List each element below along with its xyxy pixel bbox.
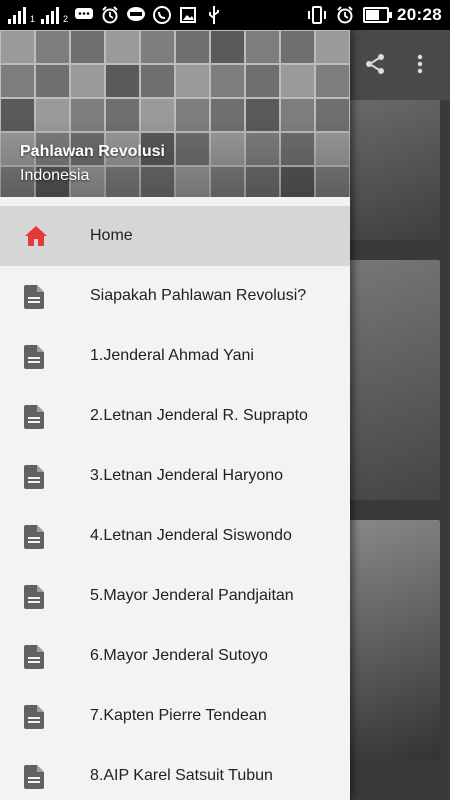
more-vert-icon[interactable] — [405, 52, 435, 82]
menu-item-label: 8.AIP Karel Satsuit Tubun — [90, 767, 273, 784]
menu-item-sutoyo[interactable]: 6.Mayor Jenderal Sutoyo — [0, 626, 350, 686]
menu-item-ahmad-yani[interactable]: 1.Jenderal Ahmad Yani — [0, 326, 350, 386]
document-icon — [24, 765, 46, 789]
drawer-menu: Home Siapakah Pahlawan Revolusi? 1.Jende… — [0, 206, 350, 800]
drawer-header: Pahlawan Revolusi Indonesia — [0, 30, 350, 197]
usb-icon — [204, 6, 224, 24]
document-icon — [24, 285, 46, 309]
sim1-label: 1 — [30, 14, 36, 24]
signal-icon: 1 — [8, 6, 35, 24]
document-icon — [24, 705, 46, 729]
navigation-drawer: Pahlawan Revolusi Indonesia Home Siapaka… — [0, 30, 350, 800]
signal-icon: 2 — [41, 6, 68, 24]
share-icon[interactable] — [360, 52, 390, 82]
menu-item-label: 5.Mayor Jenderal Pandjaitan — [90, 587, 294, 604]
alarm-icon — [100, 6, 120, 24]
drawer-title: Pahlawan Revolusi — [20, 143, 165, 160]
menu-item-label: Home — [90, 227, 133, 244]
menu-item-tubun[interactable]: 8.AIP Karel Satsuit Tubun — [0, 746, 350, 800]
home-icon — [24, 225, 47, 249]
content-card[interactable] — [350, 100, 440, 240]
menu-item-label: 6.Mayor Jenderal Sutoyo — [90, 647, 268, 664]
chat-icon — [74, 6, 94, 24]
document-icon — [24, 465, 46, 489]
menu-item-label: 2.Letnan Jenderal R. Suprapto — [90, 407, 308, 424]
menu-item-suprapto[interactable]: 2.Letnan Jenderal R. Suprapto — [0, 386, 350, 446]
document-icon — [24, 405, 46, 429]
battery-charging-icon — [363, 7, 393, 23]
menu-item-pandjaitan[interactable]: 5.Mayor Jenderal Pandjaitan — [0, 566, 350, 626]
menu-item-label: 1.Jenderal Ahmad Yani — [90, 347, 254, 364]
content-card[interactable] — [350, 520, 440, 760]
status-time: 20:28 — [397, 5, 442, 24]
whatsapp-icon — [152, 6, 172, 24]
menu-item-tendean[interactable]: 7.Kapten Pierre Tendean — [0, 686, 350, 746]
image-icon — [178, 6, 198, 24]
drawer-subtitle: Indonesia — [20, 167, 90, 184]
document-icon — [24, 345, 46, 369]
line-icon — [126, 6, 146, 24]
document-icon — [24, 645, 46, 669]
menu-item-haryono[interactable]: 3.Letnan Jenderal Haryono — [0, 446, 350, 506]
menu-item-label: 3.Letnan Jenderal Haryono — [90, 467, 284, 484]
document-icon — [24, 585, 46, 609]
content-card[interactable] — [350, 260, 440, 500]
menu-item-home[interactable]: Home — [0, 206, 350, 266]
menu-item-label: 7.Kapten Pierre Tendean — [90, 707, 267, 724]
document-icon — [24, 525, 46, 549]
sim2-label: 2 — [63, 14, 69, 24]
menu-item-siapakah[interactable]: Siapakah Pahlawan Revolusi? — [0, 266, 350, 326]
vibrate-icon — [307, 6, 327, 24]
menu-item-siswondo[interactable]: 4.Letnan Jenderal Siswondo — [0, 506, 350, 566]
menu-item-label: 4.Letnan Jenderal Siswondo — [90, 527, 292, 544]
menu-item-label: Siapakah Pahlawan Revolusi? — [90, 287, 307, 304]
status-bar: 1 2 20:28 — [0, 0, 450, 30]
alarm-icon — [335, 6, 355, 24]
